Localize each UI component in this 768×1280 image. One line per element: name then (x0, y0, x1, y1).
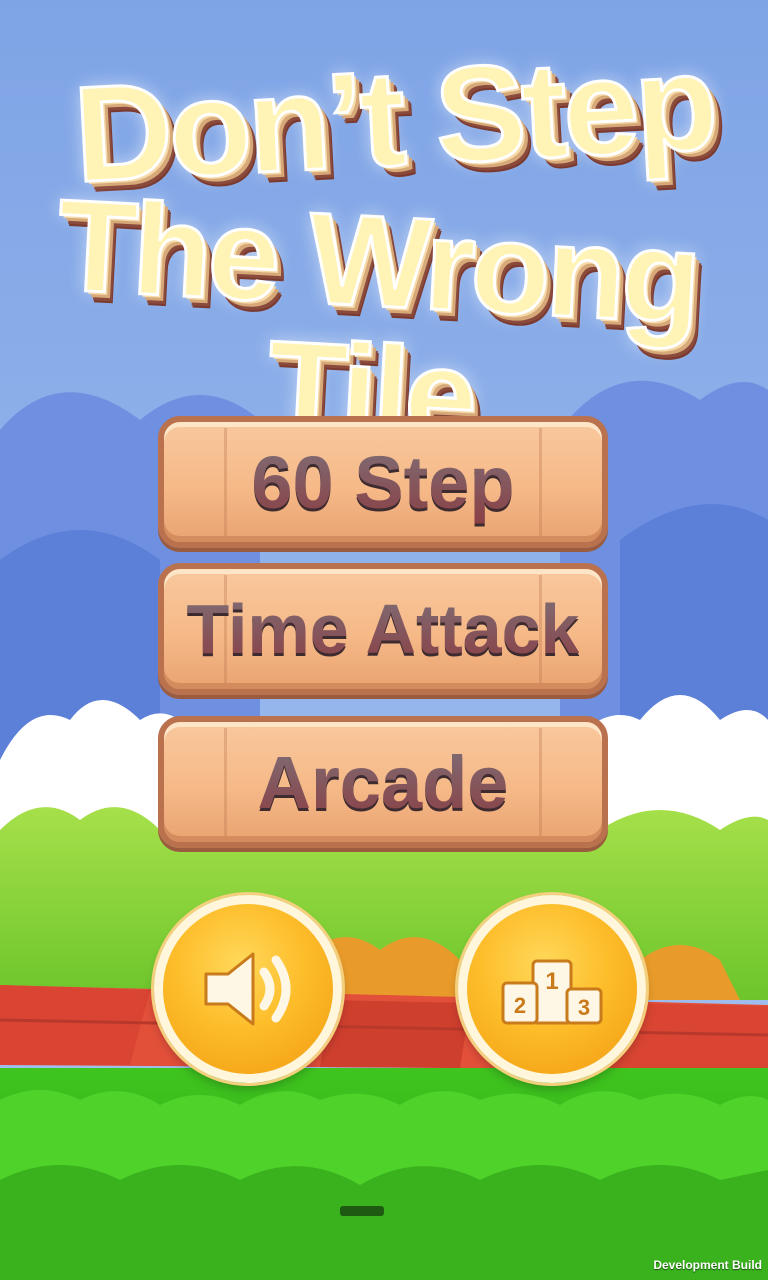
leaderboard-button[interactable]: 2 1 3 (458, 895, 646, 1083)
podium-icon: 2 1 3 (501, 959, 603, 1025)
development-build-label: Development Build (653, 1258, 762, 1272)
speaker-icon (204, 952, 291, 1026)
podium-place-3: 3 (578, 995, 590, 1020)
sound-toggle-button[interactable] (154, 895, 342, 1083)
podium-place-1: 1 (545, 968, 558, 995)
time-attack-label: Time Attack (186, 590, 580, 668)
foreground-grass (0, 1068, 768, 1280)
arcade-button[interactable]: Arcade (158, 716, 608, 848)
game-title: Don’t Step The Wrong Tile (0, 24, 768, 471)
time-attack-button[interactable]: Time Attack (158, 563, 608, 695)
sixty-step-label: 60 Step (251, 440, 515, 524)
sixty-step-button[interactable]: 60 Step (158, 416, 608, 548)
podium-place-2: 2 (514, 993, 526, 1018)
arcade-label: Arcade (257, 740, 509, 824)
